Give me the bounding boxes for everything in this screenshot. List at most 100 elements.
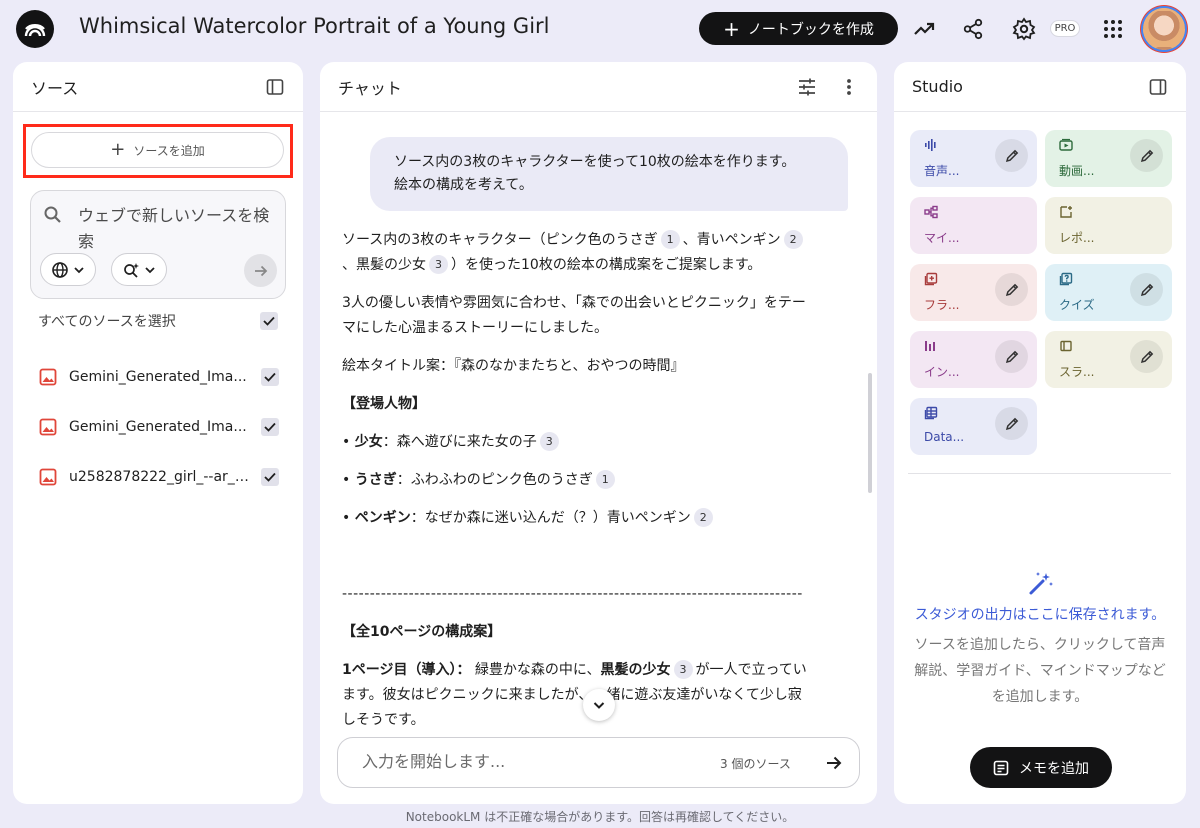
user-message-line: ソース内の3枚のキャラクターを使って10枚の絵本を作ります。	[394, 154, 796, 170]
studio-empty-state: スタジオの出力はここに保存されます。 ソースを追加したら、クリックして音声解説、…	[914, 570, 1166, 710]
chat-header: チャット	[320, 62, 877, 112]
arrow-right-icon	[827, 756, 842, 770]
page-label: 1ページ目（導入）：	[342, 662, 471, 678]
source-checkbox[interactable]	[261, 418, 279, 436]
bullet: •	[342, 472, 355, 488]
audio-icon	[924, 138, 938, 155]
studio-tile-mindmap[interactable]: マイ...	[910, 197, 1037, 254]
studio-tile-infographic[interactable]: イン...	[910, 331, 1037, 388]
edit-button[interactable]	[995, 340, 1028, 373]
answer-paragraph: 1ページ目（導入）： 緑豊かな森の中に、黒髪の少女 3 が一人で立っています。彼女は…	[342, 658, 812, 733]
source-item[interactable]: u2582878222_girl_--ar_2...	[39, 452, 279, 502]
edit-button[interactable]	[1130, 139, 1163, 172]
chat-scrollbar[interactable]	[868, 373, 872, 493]
edit-button[interactable]	[995, 273, 1028, 306]
studio-tile-quiz[interactable]: クイズ	[1045, 264, 1172, 321]
search-icon	[43, 205, 63, 229]
collapse-panel-icon[interactable]	[263, 75, 287, 99]
send-button[interactable]	[818, 747, 850, 779]
edit-pencil-icon	[1005, 149, 1018, 162]
answer-text: 緑豊かな森の中に、	[470, 662, 601, 678]
user-message: ソース内の3枚のキャラクターを使って10枚の絵本を作ります。 絵本の構成を考えて…	[370, 137, 848, 211]
notebook-title[interactable]: Whimsical Watercolor Portrait of a Young…	[79, 14, 550, 38]
search-spark-icon	[124, 262, 139, 278]
citation-chip[interactable]: 2	[783, 230, 803, 249]
collapse-panel-icon[interactable]	[1146, 75, 1170, 99]
cast-item: • うさぎ：ふわふわのピンク色のうさぎ 1	[342, 468, 812, 493]
studio-tile-label: 動画...	[1059, 164, 1095, 178]
answer-bold: 黒髪の少女	[600, 662, 671, 678]
edit-pencil-icon	[1140, 283, 1153, 296]
tune-settings-icon[interactable]	[795, 75, 819, 99]
studio-tile-table[interactable]: Data...	[910, 398, 1037, 455]
edit-pencil-icon	[1140, 149, 1153, 162]
chat-input[interactable]	[362, 752, 692, 771]
edit-button[interactable]	[1130, 340, 1163, 373]
studio-tile-label: フラ...	[924, 298, 960, 312]
citation-chip[interactable]: 1	[660, 230, 680, 249]
edit-pencil-icon	[1005, 350, 1018, 363]
citation-chip[interactable]: 3	[539, 432, 559, 451]
table-icon	[924, 406, 938, 423]
chevron-down-icon	[74, 266, 84, 273]
add-source-button[interactable]: + ソースを追加	[31, 132, 284, 168]
note-icon	[993, 760, 1009, 775]
cast-name: 少女	[354, 434, 383, 450]
assistant-message: ソース内の3枚のキャラクター（ピンク色のうさぎ 1 、青いペンギン 2、黒髪の少女 3）…	[342, 228, 812, 733]
search-submit-button[interactable]	[244, 254, 277, 287]
source-checkbox[interactable]	[261, 368, 279, 386]
globe-icon	[52, 261, 68, 278]
select-all-checkbox[interactable]	[260, 312, 278, 330]
section-heading: 【登場人物】	[342, 392, 812, 417]
empty-state-description: ソースを追加したら、クリックして音声解説、学習ガイド、マインドマップなどを追加し…	[914, 637, 1166, 705]
studio-header: Studio	[894, 62, 1186, 112]
citation-chip[interactable]: 2	[693, 508, 713, 527]
source-item[interactable]: Gemini_Generated_Ima...	[39, 352, 279, 402]
web-search-input[interactable]: ウェブで新しいソースを検索	[78, 203, 273, 255]
settings-gear-icon[interactable]	[1011, 16, 1037, 42]
studio-tile-report[interactable]: レポ...	[1045, 197, 1172, 254]
add-memo-button[interactable]: メモを追加	[970, 747, 1112, 788]
studio-tile-flashcard[interactable]: フラ...	[910, 264, 1037, 321]
select-all-row[interactable]: すべてのソースを選択	[38, 309, 278, 333]
studio-tile-label: スラ...	[1059, 365, 1095, 379]
citation-chip[interactable]: 1	[595, 470, 615, 489]
report-icon	[1059, 205, 1073, 222]
studio-tile-label: 音声...	[924, 164, 960, 178]
studio-tile-video[interactable]: 動画...	[1045, 130, 1172, 187]
source-item[interactable]: Gemini_Generated_Ima...	[39, 402, 279, 452]
web-source-dropdown[interactable]	[40, 253, 96, 286]
edit-button[interactable]	[995, 139, 1028, 172]
arrow-right-icon	[254, 265, 267, 276]
chevron-down-icon	[593, 702, 605, 709]
video-icon	[1059, 138, 1073, 155]
studio-tile-label: クイズ	[1059, 298, 1095, 312]
source-name: u2582878222_girl_--ar_2...	[69, 469, 249, 485]
research-mode-dropdown[interactable]	[111, 253, 167, 286]
web-search-box: ウェブで新しいソースを検索	[30, 190, 286, 299]
scroll-to-bottom-button[interactable]	[583, 689, 615, 721]
edit-button[interactable]	[1130, 273, 1163, 306]
chat-title: チャット	[338, 78, 402, 98]
studio-tile-audio[interactable]: 音声...	[910, 130, 1037, 187]
edit-button[interactable]	[995, 407, 1028, 440]
create-notebook-button[interactable]: + ノートブックを作成	[699, 12, 898, 45]
studio-tile-slides[interactable]: スラ...	[1045, 331, 1172, 388]
sources-title: ソース	[31, 78, 79, 98]
answer-text: ソース内の3枚のキャラクター（ピンク色のうさぎ	[342, 232, 658, 248]
cast-name: うさぎ	[354, 472, 397, 488]
more-options-icon[interactable]	[837, 75, 861, 99]
magic-wand-icon	[1026, 570, 1054, 598]
edit-pencil-icon	[1005, 283, 1018, 296]
analytics-icon[interactable]	[911, 16, 937, 42]
user-avatar[interactable]	[1143, 8, 1185, 50]
check-icon	[264, 422, 276, 432]
notebooklm-logo[interactable]	[16, 10, 54, 48]
citation-chip[interactable]: 3	[429, 255, 448, 274]
check-icon	[264, 472, 276, 482]
share-icon[interactable]	[960, 16, 986, 42]
source-checkbox[interactable]	[261, 468, 279, 486]
apps-grid-icon[interactable]	[1100, 16, 1126, 42]
citation-chip[interactable]: 3	[673, 660, 693, 679]
cast-heading: 【登場人物】	[342, 396, 426, 412]
